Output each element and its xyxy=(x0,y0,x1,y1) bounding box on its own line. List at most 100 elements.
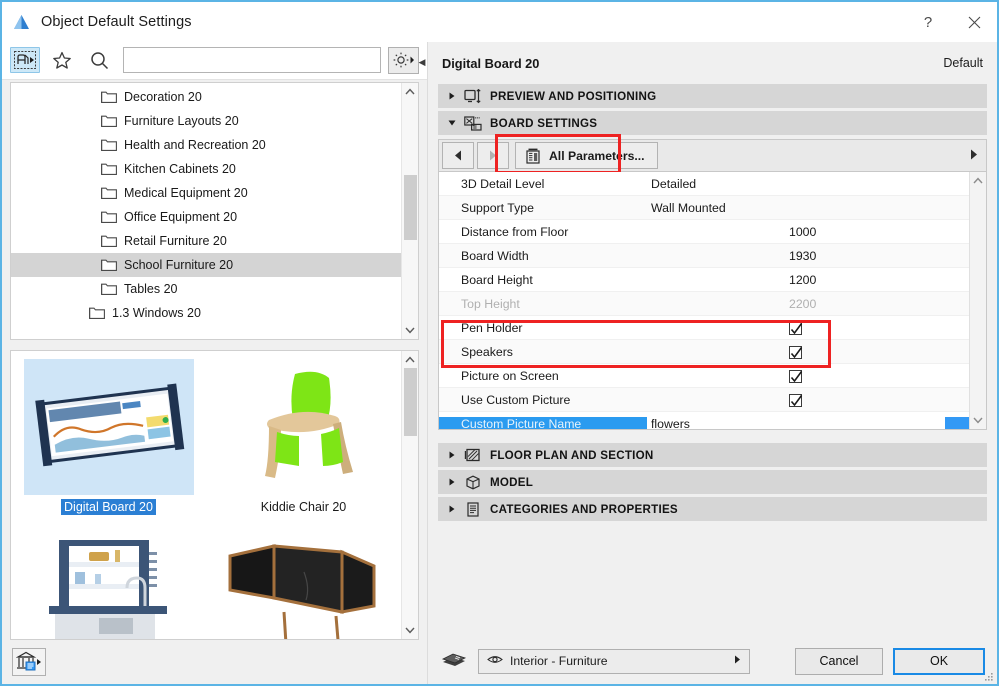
document-icon xyxy=(464,501,482,517)
preview-scrollbar[interactable] xyxy=(401,350,419,639)
parameter-name: Pen Holder xyxy=(461,320,523,335)
triangle-right-icon xyxy=(447,92,456,100)
cancel-button[interactable]: Cancel xyxy=(795,647,883,675)
gear-icon[interactable] xyxy=(388,46,419,74)
all-parameters-button[interactable]: All Parameters... xyxy=(515,142,658,169)
preview-item-digital-board[interactable]: Digital Board 20 xyxy=(11,351,206,515)
floor-plan-icon xyxy=(464,447,482,463)
preview-item-kiddie-chair[interactable]: Kiddie Chair 20 xyxy=(206,351,401,515)
chevron-up-icon[interactable] xyxy=(402,83,419,100)
close-icon[interactable] xyxy=(951,2,997,42)
nav-back-button[interactable] xyxy=(442,142,474,169)
checkbox[interactable] xyxy=(789,345,803,359)
parameter-value: Wall Mounted xyxy=(651,200,726,215)
parameter-row[interactable]: Custom Picture Name flowers xyxy=(439,412,969,429)
parameter-name: 3D Detail Level xyxy=(461,176,545,191)
object-browser-icon[interactable] xyxy=(10,47,40,74)
parameter-row[interactable]: Picture on Screen xyxy=(439,364,969,388)
tree-item[interactable]: Medical Equipment 20 xyxy=(11,181,401,205)
parameter-value-cell[interactable]: Detailed xyxy=(647,177,969,191)
chevron-down-icon[interactable] xyxy=(970,412,987,429)
folder-icon xyxy=(101,162,117,176)
cube-icon xyxy=(464,474,482,490)
parameter-row[interactable]: Use Custom Picture xyxy=(439,388,969,412)
object-name: Digital Board 20 xyxy=(442,55,540,71)
parameter-rows: 3D Detail Level Detailed Support Type Wall … xyxy=(439,172,969,429)
tree-item[interactable]: Decoration 20 xyxy=(11,85,401,109)
parameter-value-cell[interactable]: flowers xyxy=(647,416,969,429)
tree-scroll-thumb[interactable] xyxy=(403,174,417,240)
parameter-row[interactable]: Speakers xyxy=(439,340,969,364)
parameter-row[interactable]: Board Width 1930 xyxy=(439,244,969,268)
preview-scroll-thumb[interactable] xyxy=(403,367,417,436)
folding-blackboard-thumb[interactable] xyxy=(219,523,389,639)
parameter-value-cell[interactable] xyxy=(647,368,969,383)
parameter-row[interactable]: Board Height 1200 xyxy=(439,268,969,292)
section-board-settings[interactable]: BOARD SETTINGS xyxy=(438,111,987,135)
parameter-row[interactable]: Distance from Floor 1000 xyxy=(439,220,969,244)
parameter-scrollbar[interactable] xyxy=(969,172,986,429)
checkbox[interactable] xyxy=(789,393,803,407)
kiddie-chair-thumb[interactable] xyxy=(219,359,389,495)
search-icon[interactable] xyxy=(84,47,114,73)
search-input[interactable] xyxy=(123,47,381,74)
parameter-row[interactable]: 3D Detail Level Detailed xyxy=(439,172,969,196)
section-preview-and-positioning[interactable]: PREVIEW AND POSITIONING xyxy=(438,84,987,108)
parameter-value-cell[interactable] xyxy=(647,392,969,407)
digital-board-thumb[interactable] xyxy=(23,358,194,495)
nav-forward-button[interactable] xyxy=(477,142,509,169)
chevron-down-icon[interactable] xyxy=(402,322,419,339)
parameter-value-cell[interactable]: 1000 xyxy=(647,225,969,239)
parameter-value-cell[interactable]: 2200 xyxy=(647,297,969,311)
parameter-value: 1930 xyxy=(789,248,817,263)
tree-item[interactable]: Kitchen Cabinets 20 xyxy=(11,157,401,181)
tree-item[interactable]: Office Equipment 20 xyxy=(11,205,401,229)
parameter-value-cell[interactable]: 1930 xyxy=(647,249,969,263)
nav-more-button[interactable] xyxy=(970,149,978,163)
favorite-label: Default xyxy=(943,56,983,70)
parameter-name: Board Width xyxy=(461,248,529,263)
tree-item[interactable]: Retail Furniture 20 xyxy=(11,229,401,253)
chevron-up-icon[interactable] xyxy=(402,351,419,368)
resize-grip[interactable] xyxy=(984,671,994,681)
chevron-up-icon[interactable] xyxy=(970,172,987,189)
tree-item[interactable]: Furniture Layouts 20 xyxy=(11,109,401,133)
preview-scroll-track[interactable] xyxy=(402,367,419,622)
parameter-row[interactable]: Pen Holder xyxy=(439,316,969,340)
parameter-row[interactable]: Top Height 2200 xyxy=(439,292,969,316)
tree-item[interactable]: 1.3 Windows 20 xyxy=(11,301,401,325)
parameter-scroll-track[interactable] xyxy=(970,189,987,412)
parameter-value-cell[interactable] xyxy=(647,344,969,359)
layer-selector[interactable]: Interior - Furniture xyxy=(478,648,750,674)
preview-item-lab-bench[interactable] xyxy=(11,515,206,639)
parameter-value-cell[interactable]: 1200 xyxy=(647,273,969,287)
tree-item[interactable]: Health and Recreation 20 xyxy=(11,133,401,157)
section-model[interactable]: MODEL xyxy=(438,470,987,494)
dialog-bottom-bar: Interior - Furniture Cancel OK xyxy=(428,638,997,684)
parameter-value-cell[interactable] xyxy=(647,320,969,335)
folder-icon xyxy=(101,234,117,248)
tree-scroll-track[interactable] xyxy=(402,100,419,322)
tree-item[interactable]: School Furniture 20 xyxy=(11,252,401,277)
help-button[interactable]: ? xyxy=(905,2,951,42)
section-floor-plan-and-section[interactable]: FLOOR PLAN AND SECTION xyxy=(438,443,987,467)
checkbox[interactable] xyxy=(789,321,803,335)
section-categories-and-properties[interactable]: CATEGORIES AND PROPERTIES xyxy=(438,497,987,521)
preview-item-folding-blackboard[interactable] xyxy=(206,515,401,639)
chevron-down-icon[interactable] xyxy=(402,622,419,639)
checkbox[interactable] xyxy=(789,369,803,383)
collapse-left-icon[interactable]: ◀ xyxy=(416,40,428,84)
folder-icon xyxy=(101,186,117,200)
tree-item[interactable]: Tables 20 xyxy=(11,277,401,301)
value-edit-swatch[interactable] xyxy=(945,416,969,429)
parameter-value-cell[interactable]: Wall Mounted xyxy=(647,201,969,215)
lab-bench-thumb[interactable] xyxy=(24,523,194,639)
library-manager-icon[interactable] xyxy=(12,648,46,676)
parameter-value: Detailed xyxy=(651,176,697,191)
star-icon[interactable] xyxy=(47,47,77,73)
parameter-row[interactable]: Support Type Wall Mounted xyxy=(439,196,969,220)
toolbar-divider xyxy=(2,78,427,80)
parameter-name: Board Height xyxy=(461,272,533,287)
ok-button[interactable]: OK xyxy=(893,647,985,675)
tree-scrollbar[interactable] xyxy=(401,82,419,339)
